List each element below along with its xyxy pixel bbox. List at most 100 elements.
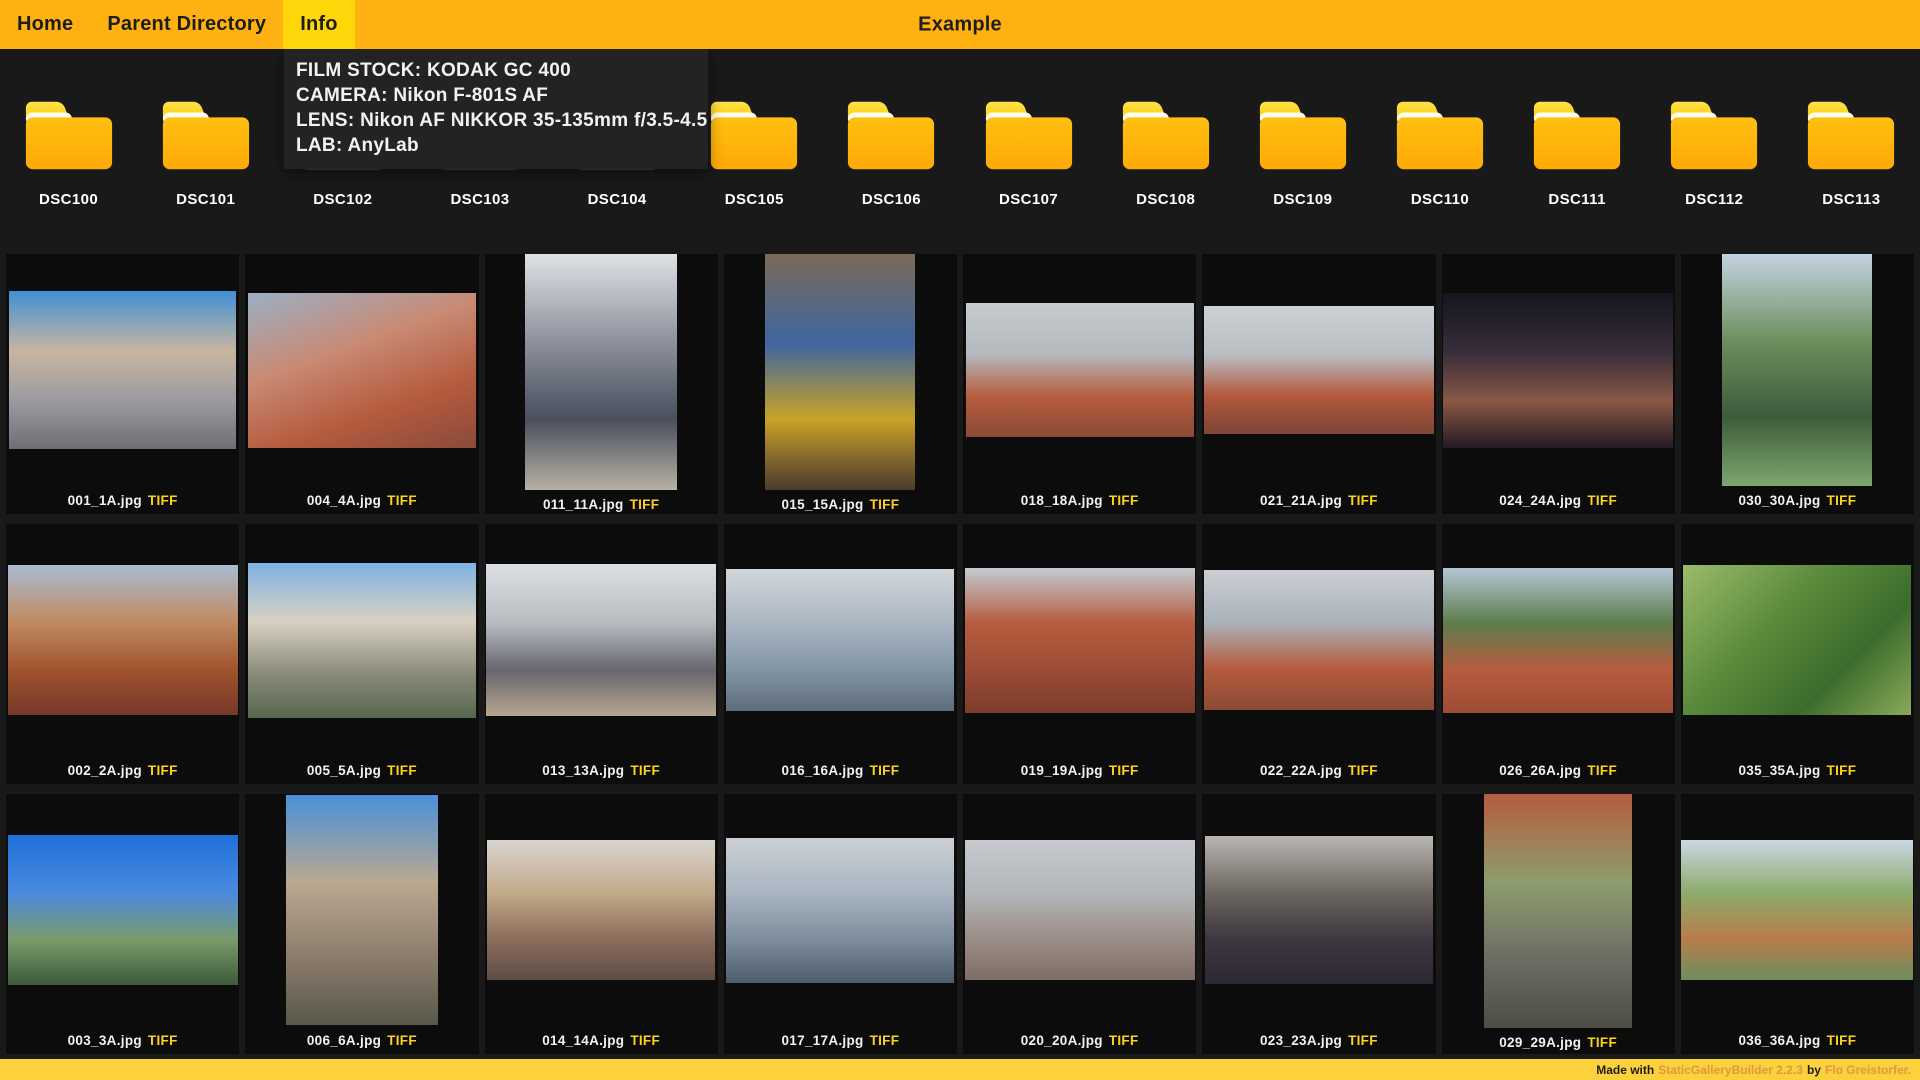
folder-label: DSC111	[1548, 191, 1605, 208]
tiff-link[interactable]: TIFF	[870, 497, 900, 512]
tiff-link[interactable]: TIFF	[1827, 763, 1857, 778]
photo-thumbnail[interactable]	[486, 564, 716, 716]
thumbnail-area	[1202, 524, 1435, 756]
photo-thumbnail[interactable]	[1204, 306, 1434, 434]
filename-link[interactable]: 003_3A.jpg	[68, 1033, 142, 1048]
footer-builder-link[interactable]: StaticGalleryBuilder 2.2.3	[1658, 1063, 1803, 1077]
filename-link[interactable]: 022_22A.jpg	[1260, 763, 1342, 778]
top-navbar: HomeParent DirectoryInfoExample	[0, 0, 1920, 49]
photo-thumbnail[interactable]	[1443, 293, 1673, 448]
tiff-link[interactable]: TIFF	[387, 763, 417, 778]
tiff-link[interactable]: TIFF	[630, 1033, 660, 1048]
tiff-link[interactable]: TIFF	[148, 763, 178, 778]
tiff-link[interactable]: TIFF	[1109, 763, 1139, 778]
thumbnail-caption: 017_17A.jpg TIFF	[724, 1026, 957, 1054]
filename-link[interactable]: 002_2A.jpg	[68, 763, 142, 778]
folder-item-dsc108[interactable]: DSC108	[1097, 97, 1234, 208]
photo-thumbnail[interactable]	[726, 569, 954, 711]
thumbnail-area	[1681, 524, 1914, 756]
folder-item-dsc107[interactable]: DSC107	[960, 97, 1097, 208]
tiff-link[interactable]: TIFF	[1587, 763, 1617, 778]
filename-link[interactable]: 036_36A.jpg	[1738, 1033, 1820, 1048]
gallery-cell: 029_29A.jpg TIFF	[1442, 794, 1675, 1054]
tiff-link[interactable]: TIFF	[1109, 1033, 1139, 1048]
tiff-link[interactable]: TIFF	[1348, 1033, 1378, 1048]
filename-link[interactable]: 029_29A.jpg	[1499, 1035, 1581, 1050]
tiff-link[interactable]: TIFF	[1348, 493, 1378, 508]
folder-item-dsc106[interactable]: DSC106	[823, 97, 960, 208]
photo-thumbnail[interactable]	[525, 254, 677, 490]
photo-thumbnail[interactable]	[487, 840, 715, 980]
gallery-cell: 004_4A.jpg TIFF	[245, 254, 478, 514]
tiff-link[interactable]: TIFF	[1587, 1035, 1617, 1050]
filename-link[interactable]: 004_4A.jpg	[307, 493, 381, 508]
photo-thumbnail[interactable]	[1683, 565, 1911, 715]
filename-link[interactable]: 024_24A.jpg	[1499, 493, 1581, 508]
folder-item-dsc110[interactable]: DSC110	[1371, 97, 1508, 208]
photo-thumbnail[interactable]	[248, 563, 476, 718]
folder-item-dsc112[interactable]: DSC112	[1646, 97, 1783, 208]
photo-thumbnail[interactable]	[8, 835, 238, 985]
photo-thumbnail[interactable]	[1205, 836, 1433, 984]
tiff-link[interactable]: TIFF	[387, 1033, 417, 1048]
photo-thumbnail[interactable]	[1204, 570, 1434, 710]
filename-link[interactable]: 026_26A.jpg	[1499, 763, 1581, 778]
filename-link[interactable]: 021_21A.jpg	[1260, 493, 1342, 508]
filename-link[interactable]: 015_15A.jpg	[781, 497, 863, 512]
folder-item-dsc111[interactable]: DSC111	[1509, 97, 1646, 208]
filename-link[interactable]: 014_14A.jpg	[542, 1033, 624, 1048]
filename-link[interactable]: 018_18A.jpg	[1021, 493, 1103, 508]
photo-thumbnail[interactable]	[966, 303, 1194, 437]
thumbnail-caption: 026_26A.jpg TIFF	[1442, 756, 1675, 784]
photo-thumbnail[interactable]	[248, 293, 476, 448]
photo-thumbnail[interactable]	[8, 565, 238, 715]
tiff-link[interactable]: TIFF	[1109, 493, 1139, 508]
nav-item-parent-directory[interactable]: Parent Directory	[90, 0, 283, 49]
tiff-link[interactable]: TIFF	[148, 493, 178, 508]
folder-label: DSC104	[588, 191, 647, 208]
filename-link[interactable]: 030_30A.jpg	[1738, 493, 1820, 508]
folder-item-dsc101[interactable]: DSC101	[137, 97, 274, 208]
filename-link[interactable]: 023_23A.jpg	[1260, 1033, 1342, 1048]
tiff-link[interactable]: TIFF	[1348, 763, 1378, 778]
filename-link[interactable]: 011_11A.jpg	[543, 497, 624, 512]
filename-link[interactable]: 020_20A.jpg	[1021, 1033, 1103, 1048]
filename-link[interactable]: 013_13A.jpg	[542, 763, 624, 778]
nav-item-info[interactable]: Info	[283, 0, 354, 49]
photo-thumbnail[interactable]	[1681, 840, 1913, 980]
tiff-link[interactable]: TIFF	[870, 1033, 900, 1048]
tiff-link[interactable]: TIFF	[148, 1033, 178, 1048]
filename-link[interactable]: 017_17A.jpg	[781, 1033, 863, 1048]
filename-link[interactable]: 001_1A.jpg	[68, 493, 142, 508]
filename-link[interactable]: 016_16A.jpg	[781, 763, 863, 778]
photo-thumbnail[interactable]	[286, 795, 438, 1025]
tiff-link[interactable]: TIFF	[630, 497, 660, 512]
photo-thumbnail[interactable]	[765, 254, 915, 490]
footer-author-link[interactable]: Flo Greistorfer.	[1825, 1063, 1911, 1077]
filename-link[interactable]: 019_19A.jpg	[1021, 763, 1103, 778]
folder-item-dsc100[interactable]: DSC100	[0, 97, 137, 208]
photo-thumbnail[interactable]	[1722, 254, 1872, 486]
tiff-link[interactable]: TIFF	[630, 763, 660, 778]
tiff-link[interactable]: TIFF	[1827, 493, 1857, 508]
folder-icon	[844, 97, 938, 175]
filename-link[interactable]: 006_6A.jpg	[307, 1033, 381, 1048]
photo-thumbnail[interactable]	[965, 840, 1195, 980]
folder-item-dsc113[interactable]: DSC113	[1783, 97, 1920, 208]
thumbnail-caption: 004_4A.jpg TIFF	[245, 486, 478, 514]
folder-item-dsc109[interactable]: DSC109	[1234, 97, 1371, 208]
filename-link[interactable]: 035_35A.jpg	[1738, 763, 1820, 778]
photo-thumbnail[interactable]	[9, 291, 236, 449]
tiff-link[interactable]: TIFF	[387, 493, 417, 508]
photo-thumbnail[interactable]	[726, 838, 954, 983]
tiff-link[interactable]: TIFF	[870, 763, 900, 778]
nav-item-home[interactable]: Home	[0, 0, 90, 49]
tiff-link[interactable]: TIFF	[1587, 493, 1617, 508]
gallery-cell: 014_14A.jpg TIFF	[485, 794, 718, 1054]
photo-thumbnail[interactable]	[965, 568, 1195, 713]
photo-thumbnail[interactable]	[1443, 568, 1673, 713]
thumbnail-area	[963, 794, 1196, 1026]
filename-link[interactable]: 005_5A.jpg	[307, 763, 381, 778]
tiff-link[interactable]: TIFF	[1827, 1033, 1857, 1048]
photo-thumbnail[interactable]	[1484, 794, 1632, 1028]
